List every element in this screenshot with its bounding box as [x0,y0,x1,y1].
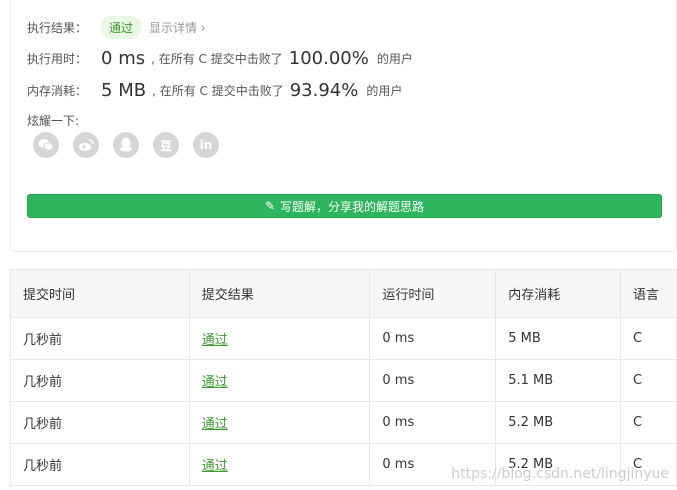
weibo-icon[interactable] [73,132,99,158]
wechat-icon[interactable] [33,132,59,158]
header-runtime: 运行时间 [369,269,497,318]
cell-result-link[interactable]: 通过 [188,401,371,444]
runtime-users: 的用户 [376,52,413,66]
table-row: 几秒前 通过 0 ms 5 MB C [10,317,677,360]
cell-language: C [620,317,677,360]
runtime-value: 0 ms [101,48,146,69]
result-card: 执行结果： 通过 显示详情 › 执行用时： 0 ms , 在所有 C 提交中击败… [10,0,677,252]
runtime-row: 执行用时： 0 ms , 在所有 C 提交中击败了 100.00% 的用户 [27,48,413,69]
qq-icon[interactable] [113,132,139,158]
cell-memory: 5 MB [495,317,622,360]
header-memory: 内存消耗 [495,269,622,318]
runtime-label: 执行用时： [27,52,88,66]
cell-memory: 5.1 MB [495,359,622,402]
cell-runtime: 0 ms [369,317,497,360]
table-row: 几秒前 通过 0 ms 5.1 MB C [10,359,677,402]
cell-time: 几秒前 [10,359,190,402]
cell-time: 几秒前 [10,317,190,360]
submissions-table: 提交时间 提交结果 运行时间 内存消耗 语言 几秒前 通过 0 ms 5 MB … [10,269,677,486]
memory-percent: 93.94% [289,80,359,101]
cell-time: 几秒前 [10,401,190,444]
share-label: 炫耀一下: [27,114,80,128]
cell-result-link[interactable]: 通过 [188,317,371,360]
runtime-percent: 100.00% [288,48,369,69]
show-details-link[interactable]: 显示详情 › [149,19,206,36]
result-label: 执行结果： [27,21,88,35]
write-solution-button[interactable]: ✎ 写题解，分享我的解题思路 [27,194,662,218]
cell-memory: 5.2 MB [495,401,622,444]
memory-value: 5 MB [101,80,147,101]
pencil-icon: ✎ [264,199,276,213]
douban-icon[interactable]: 豆 [153,132,179,158]
cell-runtime: 0 ms [369,359,497,402]
result-row: 执行结果： 通过 显示详情 › [27,16,206,39]
status-badge: 通过 [101,16,142,39]
runtime-text: , 在所有 C 提交中击败了 [151,52,283,66]
cell-runtime: 0 ms [369,401,497,444]
header-submit-result: 提交结果 [188,269,371,318]
memory-label: 内存消耗： [27,84,88,98]
header-submit-time: 提交时间 [10,269,190,318]
cell-language: C [620,401,677,444]
cell-language: C [620,359,677,402]
cell-result-link[interactable]: 通过 [188,359,371,402]
share-row: 炫耀一下: [27,112,79,129]
share-icons: 豆 in [33,132,233,158]
linkedin-icon[interactable]: in [193,132,219,158]
cell-result-link[interactable]: 通过 [188,443,371,486]
table-row: 几秒前 通过 0 ms 5.2 MB C [10,401,677,444]
write-solution-label: 写题解，分享我的解题思路 [280,199,425,214]
cell-time: 几秒前 [10,443,190,486]
memory-row: 内存消耗： 5 MB , 在所有 C 提交中击败了 93.94% 的用户 [27,80,402,101]
watermark: https://blog.csdn.net/lingjinyue [451,466,669,482]
header-language: 语言 [620,269,677,318]
memory-text: , 在所有 C 提交中击败了 [152,84,284,98]
memory-users: 的用户 [366,84,403,98]
table-header-row: 提交时间 提交结果 运行时间 内存消耗 语言 [10,269,677,318]
